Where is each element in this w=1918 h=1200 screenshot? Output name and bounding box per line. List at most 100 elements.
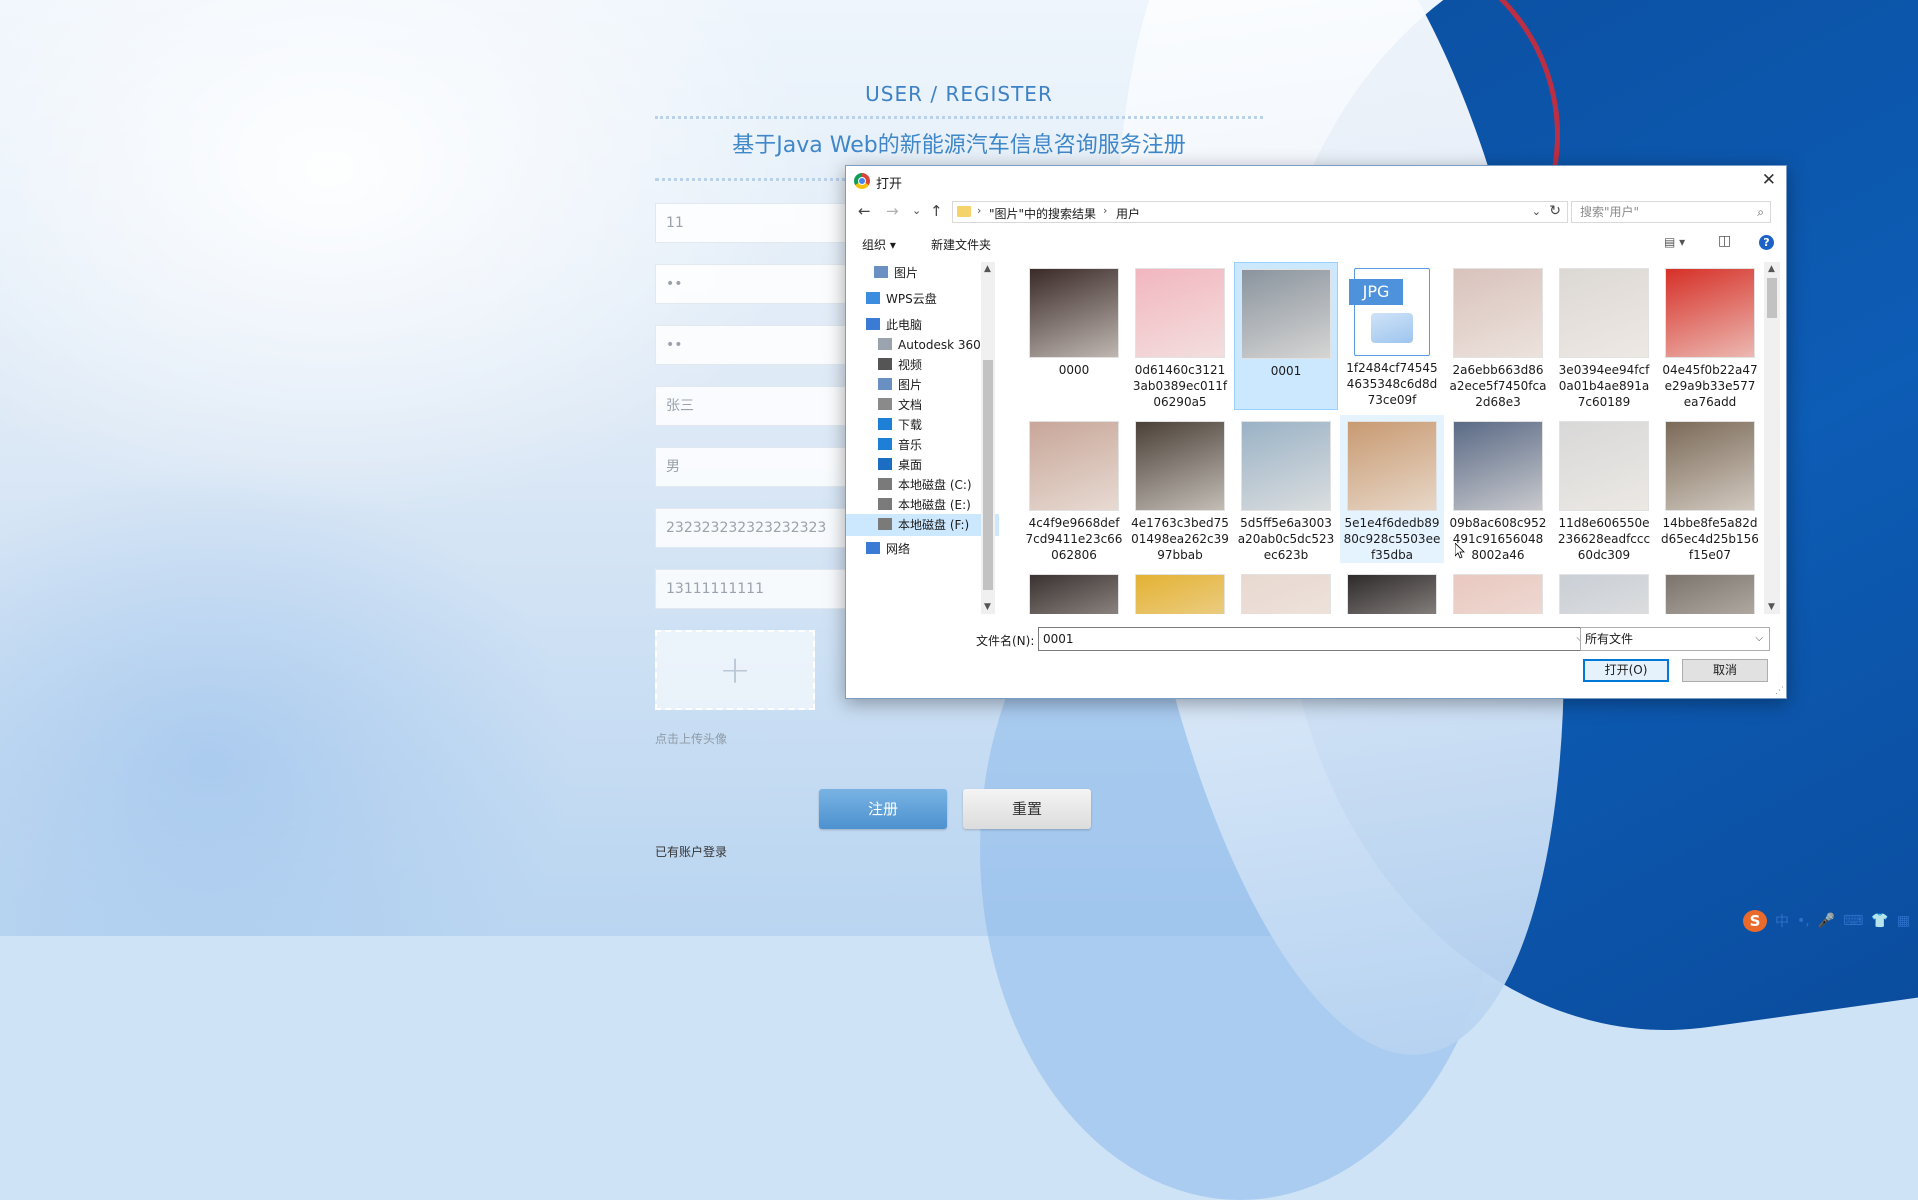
nav-item-8[interactable]: 下载	[878, 414, 922, 436]
scroll-up-arrow-icon[interactable]: ▲	[1768, 264, 1775, 274]
file-tile[interactable]	[1446, 568, 1550, 614]
dialog-titlebar[interactable]: 打开 ✕	[846, 166, 1786, 196]
file-tile[interactable]: 11d8e606550e236628eadfccc60dc309	[1552, 415, 1656, 563]
forward-arrow-icon[interactable]: →	[886, 202, 899, 220]
nav-item-1[interactable]: 图片📌	[874, 262, 991, 284]
nav-item-3[interactable]: 此电脑	[866, 314, 922, 336]
network-icon	[866, 542, 880, 554]
nav-item-5[interactable]: 视频	[878, 354, 922, 376]
video-icon	[878, 358, 892, 370]
nav-item-14[interactable]: 网络	[866, 538, 910, 560]
file-tile[interactable]: 2a6ebb663d86a2ece5f7450fca2d68e3	[1446, 262, 1550, 410]
organize-menu[interactable]: 组织 ▾	[862, 236, 896, 253]
file-name: 5d5ff5e6a3003a20ab0c5dc523ec623b	[1237, 516, 1335, 562]
view-options-icon[interactable]: ▤ ▾	[1664, 235, 1685, 249]
microphone-icon[interactable]: 🎤	[1818, 913, 1835, 929]
file-grid-scrollbar[interactable]: ▲ ▼	[1764, 262, 1780, 614]
open-button[interactable]: 打开(O)	[1583, 659, 1669, 682]
nav-item-4[interactable]: Autodesk 360	[878, 334, 981, 356]
skin-icon[interactable]: 👕	[1871, 913, 1888, 929]
file-tile[interactable]: 5e1e4f6dedb8980c928c5503eef35dba	[1340, 415, 1444, 563]
dotted-divider	[655, 116, 1263, 119]
file-tile[interactable]: 3e0394ee94fcf0a01b4ae891a7c60189	[1552, 262, 1656, 410]
nav-item-9[interactable]: 音乐	[878, 434, 922, 456]
nav-item-7[interactable]: 文档	[878, 394, 922, 416]
avatar-upload[interactable]: +	[655, 630, 815, 710]
toolbox-icon[interactable]: ▦	[1897, 913, 1910, 929]
image-thumbnail	[1135, 421, 1225, 511]
file-tile[interactable]	[1340, 568, 1444, 614]
file-tile[interactable]: 0d61460c31213ab0389ec011f06290a5	[1128, 262, 1232, 410]
file-tile[interactable]	[1128, 568, 1232, 614]
nav-item-12[interactable]: 本地磁盘 (E:)	[878, 494, 971, 516]
file-tile[interactable]: 5d5ff5e6a3003a20ab0c5dc523ec623b	[1234, 415, 1338, 563]
file-tile[interactable]: 4c4f9e9668def7cd9411e23c66062806	[1022, 415, 1126, 563]
music-icon	[878, 438, 892, 450]
gender-value: 男	[666, 459, 680, 475]
help-icon[interactable]: ?	[1759, 235, 1774, 250]
scroll-down-arrow-icon[interactable]: ▼	[984, 602, 991, 612]
nav-item-label: 文档	[898, 398, 923, 412]
scroll-up-arrow-icon[interactable]: ▲	[984, 264, 991, 274]
file-tile[interactable]: 04e45f0b22a47e29a9b33e577ea76add	[1658, 262, 1760, 410]
file-scroll-thumb[interactable]	[1767, 278, 1777, 318]
password-value: ••	[666, 276, 683, 292]
nav-item-13[interactable]: 本地磁盘 (F:)	[846, 514, 999, 536]
image-thumbnail	[1029, 268, 1119, 358]
register-title: 基于Java Web的新能源汽车信息咨询服务注册	[732, 133, 1186, 158]
file-name: 14bbe8fe5a82dd65ec4d25b156f15e07	[1661, 516, 1759, 562]
file-tile[interactable]	[1658, 568, 1760, 614]
back-arrow-icon[interactable]: ←	[858, 202, 871, 220]
nav-item-6[interactable]: 图片	[878, 374, 922, 396]
sogou-ime-logo[interactable]: S	[1743, 910, 1767, 932]
file-tile[interactable]: 0001	[1234, 262, 1338, 410]
ime-punctuation-icon[interactable]: •,	[1797, 913, 1810, 929]
file-tile[interactable]: 14bbe8fe5a82dd65ec4d25b156f15e07	[1658, 415, 1760, 563]
nav-pane-scrollbar[interactable]: ▲ ▼	[981, 262, 995, 614]
resize-grip-icon[interactable]: ⋰	[1775, 686, 1784, 696]
breadcrumb-separator: ›	[1103, 204, 1108, 217]
new-folder-button[interactable]: 新建文件夹	[931, 236, 991, 253]
file-name: 04e45f0b22a47e29a9b33e577ea76add	[1662, 363, 1758, 409]
cancel-button[interactable]: 取消	[1682, 659, 1768, 682]
image-thumbnail	[1559, 268, 1649, 358]
dialog-toolbar: 组织 ▾ 新建文件夹 ▤ ▾ ◫ ?	[846, 228, 1786, 256]
close-icon[interactable]: ✕	[1762, 170, 1776, 190]
breadcrumb-users[interactable]: 用户	[1116, 205, 1140, 222]
image-thumbnail	[1665, 268, 1755, 358]
up-arrow-icon[interactable]: ↑	[930, 202, 943, 220]
search-input[interactable]: 搜索"用户" ⌕	[1571, 201, 1771, 223]
nav-item-2[interactable]: WPS云盘	[866, 288, 937, 310]
file-open-dialog: 打开 ✕ ← → ⌄ ↑ › "图片"中的搜索结果 › 用户 ⌄ ↻ 搜索"用户…	[845, 165, 1787, 699]
keyboard-icon[interactable]: ⌨	[1843, 913, 1863, 929]
drive-c-icon	[878, 478, 892, 490]
reset-button[interactable]: 重置	[963, 789, 1091, 829]
recent-locations-icon[interactable]: ⌄	[912, 204, 921, 217]
file-tile[interactable]	[1552, 568, 1656, 614]
file-tile[interactable]: 0000	[1022, 262, 1126, 410]
file-tile[interactable]	[1234, 568, 1338, 614]
ime-toolbar[interactable]: S 中 •, 🎤 ⌨ 👕 ▦	[1743, 908, 1918, 934]
refresh-icon[interactable]: ↻	[1549, 203, 1561, 219]
scroll-down-arrow-icon[interactable]: ▼	[1768, 602, 1775, 612]
breadcrumb-search-results[interactable]: "图片"中的搜索结果	[989, 205, 1096, 222]
image-thumbnail	[1241, 574, 1331, 614]
filename-label: 文件名(N):	[976, 634, 1035, 648]
filename-input[interactable]: 0001 ⌵	[1038, 627, 1590, 651]
nav-item-11[interactable]: 本地磁盘 (C:)	[878, 474, 972, 496]
nav-scroll-thumb[interactable]	[983, 360, 993, 590]
nav-item-label: 本地磁盘 (E:)	[898, 498, 971, 512]
ime-language-indicator[interactable]: 中	[1775, 911, 1789, 931]
chevron-down-icon[interactable]: ⌄	[1532, 205, 1541, 218]
preview-pane-icon[interactable]: ◫	[1718, 233, 1731, 249]
login-link[interactable]: 已有账户登录	[655, 843, 727, 860]
file-tile[interactable]: JPG 1f2484cf745454635348c6d8d73ce09f	[1340, 262, 1444, 410]
image-thumbnail	[1241, 421, 1331, 511]
nav-item-10[interactable]: 桌面	[878, 454, 922, 476]
address-bar[interactable]: › "图片"中的搜索结果 › 用户 ⌄ ↻	[952, 201, 1568, 223]
register-button[interactable]: 注册	[819, 789, 947, 829]
file-tile[interactable]: 4e1763c3bed7501498ea262c3997bbab	[1128, 415, 1232, 563]
filetype-select[interactable]: 所有文件 ⌵	[1580, 627, 1770, 651]
file-tile[interactable]	[1022, 568, 1126, 614]
file-tile[interactable]: 09b8ac608c952491c916560488002a46	[1446, 415, 1550, 563]
